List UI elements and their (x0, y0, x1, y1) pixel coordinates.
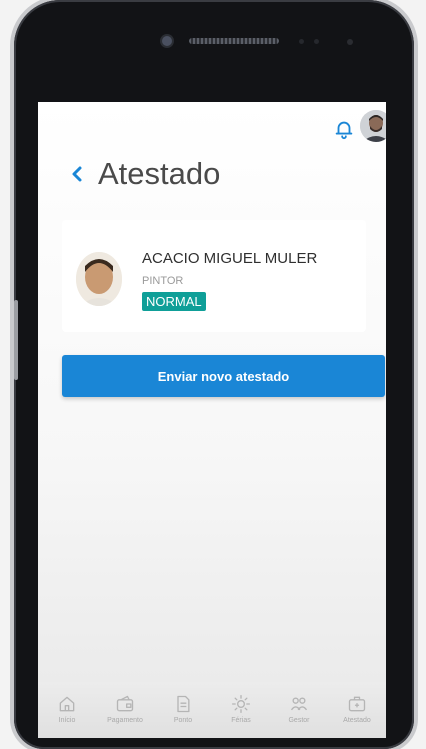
page-title: Atestado (98, 156, 221, 191)
home-icon (59, 696, 75, 712)
bottom-tab-bar: Início Pagamento Ponto Férias Gestor Ate… (38, 682, 386, 738)
tab-pagamento[interactable]: Pagamento (96, 682, 154, 724)
light-sensor (314, 39, 319, 44)
tab-ponto[interactable]: Ponto (154, 682, 212, 724)
app-screen: Atestado ACACIO MIGUEL MULER PINTOR NORM… (38, 102, 386, 738)
tab-gestor[interactable]: Gestor (270, 682, 328, 724)
proximity-sensor (299, 39, 304, 44)
send-new-certificate-button[interactable]: Enviar novo atestado (62, 355, 385, 397)
tab-ferias[interactable]: Férias (212, 682, 270, 724)
people-icon (290, 697, 308, 711)
front-camera (162, 36, 172, 46)
secondary-sensor (347, 39, 353, 45)
tab-label: Atestado (343, 717, 371, 724)
tab-label: Férias (231, 717, 251, 724)
sun-icon (232, 695, 250, 713)
status-badge: NORMAL (142, 292, 206, 311)
employee-role: PINTOR (142, 275, 184, 287)
medical-kit-icon (348, 696, 366, 712)
chevron-left-icon[interactable] (66, 160, 88, 188)
tab-label: Início (58, 717, 76, 724)
page-header: Atestado (66, 154, 220, 194)
bell-icon[interactable] (333, 118, 355, 140)
employee-avatar (76, 252, 122, 306)
tab-label: Pagamento (107, 717, 143, 724)
document-icon (177, 695, 190, 713)
tab-inicio[interactable]: Início (38, 682, 96, 724)
employee-card[interactable]: ACACIO MIGUEL MULER PINTOR NORMAL (62, 220, 366, 332)
tab-atestado[interactable]: Atestado (328, 682, 386, 724)
tab-label: Gestor (288, 717, 310, 724)
user-avatar[interactable] (360, 110, 386, 142)
top-bar (38, 102, 386, 152)
earpiece-speaker (189, 38, 279, 44)
tab-label: Ponto (173, 717, 193, 724)
wallet-icon (116, 695, 134, 712)
employee-name: ACACIO MIGUEL MULER (142, 250, 318, 267)
